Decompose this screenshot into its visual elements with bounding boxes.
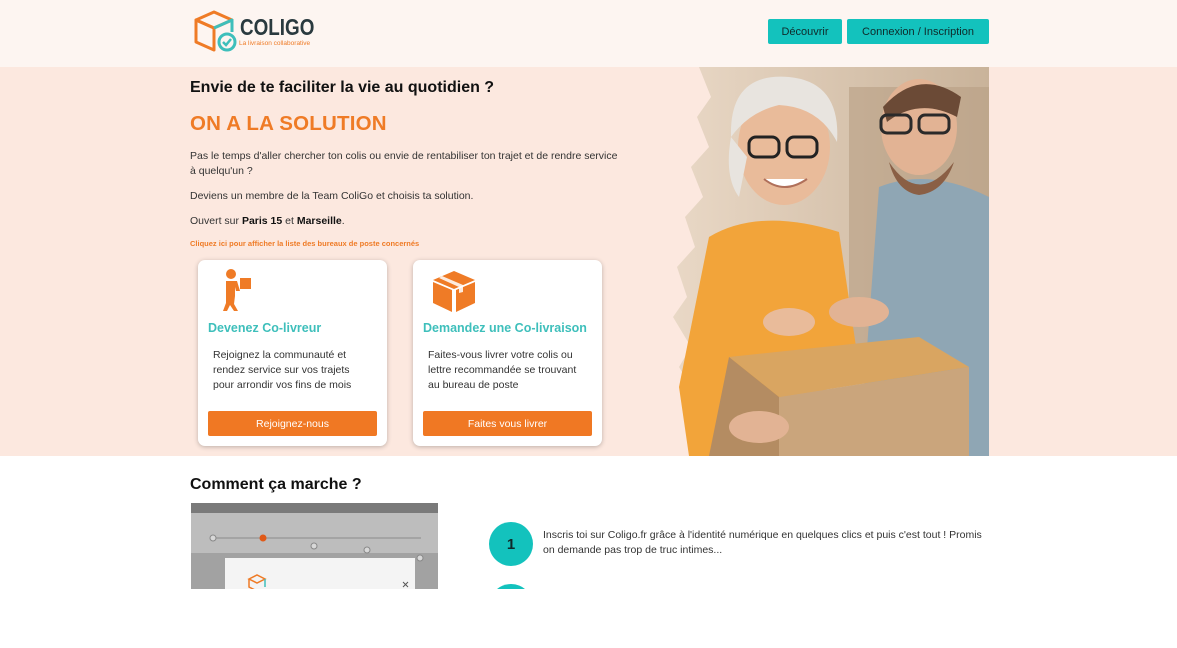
post-offices-link[interactable]: Cliquez ici pour afficher la liste des b…: [190, 239, 419, 248]
hero-photo: [673, 67, 989, 456]
card-description: Faites-vous livrer votre colis ou lettre…: [428, 349, 577, 391]
app-screenshot: [191, 503, 438, 589]
page-cutoff: [0, 589, 1177, 648]
discover-button[interactable]: Découvrir: [768, 19, 842, 44]
card-description: Rejoignez la communauté et rendez servic…: [213, 349, 352, 391]
join-us-button[interactable]: Rejoignez-nous: [208, 411, 377, 436]
hero-intro: Pas le temps d'aller chercher ton colis …: [190, 150, 618, 177]
step-description: Inscris toi sur Coligo.fr grâce à l'iden…: [543, 529, 982, 556]
how-it-works-title: Comment ça marche ?: [190, 476, 362, 493]
city-marseille: Marseille: [296, 215, 342, 227]
card-title: Devenez Co-livreur: [208, 321, 322, 335]
logo-tagline: La livraison collaborative: [239, 40, 311, 47]
courier-card: Devenez Co-livreur Rejoignez la communau…: [198, 260, 387, 446]
site-header: COLIGO La livraison collaborative Découv…: [0, 0, 1177, 67]
package-box-icon: [433, 271, 475, 312]
logo-box-icon: [194, 10, 237, 52]
hero-title: Envie de te faciliter la vie au quotidie…: [190, 79, 495, 96]
hero-cities: Ouvert sur Paris 15 et Marseille.: [190, 215, 345, 227]
step-number-badge: 1: [489, 522, 533, 566]
get-delivered-button[interactable]: Faites vous livrer: [423, 411, 592, 436]
delivery-request-card: Demandez une Co-livraison Faites-vous li…: [413, 260, 602, 446]
card-title: Demandez une Co-livraison: [423, 321, 587, 335]
hero-team-text: Deviens un membre de la Team ColiGo et c…: [190, 190, 474, 202]
login-register-button[interactable]: Connexion / Inscription: [847, 19, 989, 44]
hero-slogan: ON A LA SOLUTION: [190, 112, 387, 135]
delivery-person-icon: [223, 269, 251, 311]
logo-name: COLIGO: [240, 14, 315, 40]
hero-section: Envie de te faciliter la vie au quotidie…: [0, 67, 1177, 456]
coligo-logo[interactable]: COLIGO La livraison collaborative: [192, 8, 322, 54]
city-paris: Paris 15: [241, 215, 283, 227]
